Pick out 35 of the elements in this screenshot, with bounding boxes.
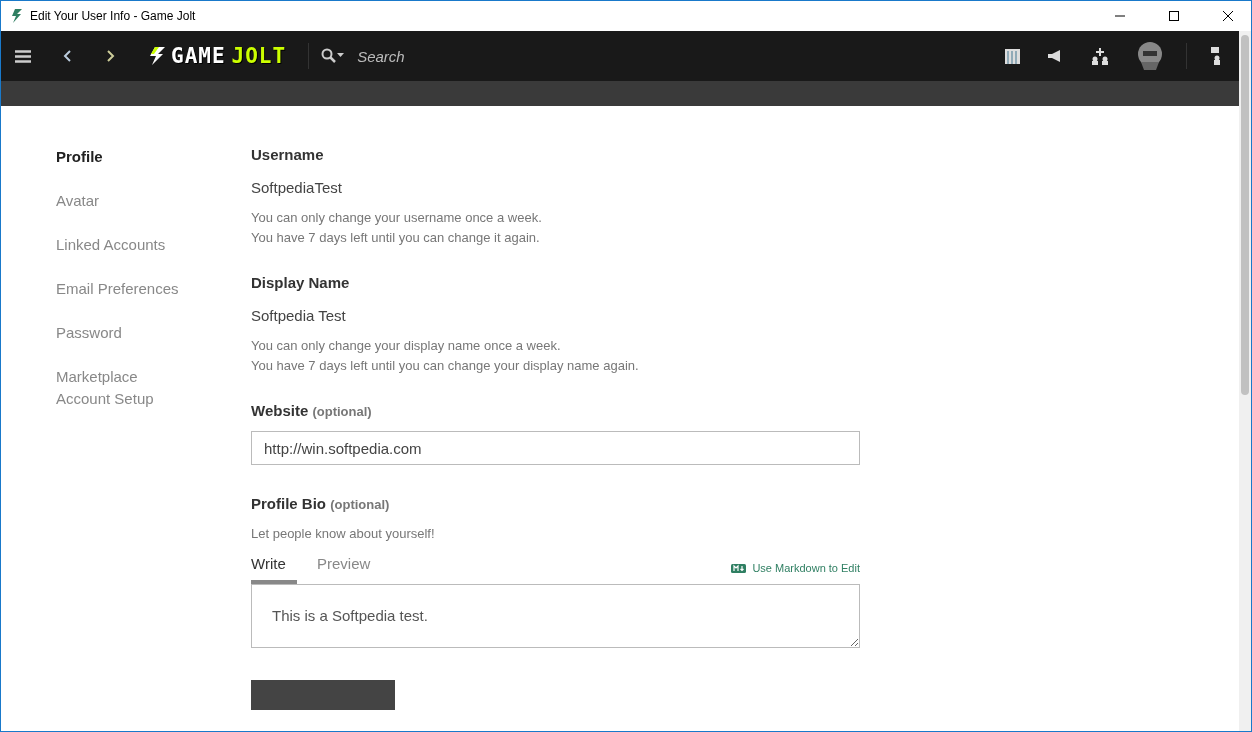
field-label: Display Name	[251, 274, 351, 291]
help-text: You have 7 days left until you can change your display name again.	[251, 357, 640, 375]
sidebar-item[interactable]: Avatar	[56, 190, 191, 212]
close-icon	[1223, 11, 1233, 21]
sidebar-item[interactable]: Profile	[56, 146, 191, 168]
field-label: Website	[251, 402, 309, 419]
field-value: Softpedia Test	[251, 307, 347, 324]
maximize-icon	[1169, 11, 1179, 21]
field-label: Profile Bio	[251, 495, 326, 512]
sidebar-item[interactable]: Password	[56, 322, 191, 344]
game-jolt-logo[interactable]: GAME JOLT	[149, 43, 310, 69]
field-label: Username	[251, 146, 325, 163]
window-title: Edit Your User Info - Game Jolt	[30, 9, 197, 23]
help-text: You have 7 days left until you can change it again.	[251, 229, 541, 247]
search-field[interactable]: Search	[355, 46, 560, 66]
markdown-link[interactable]: Use Markdown to Edit	[731, 562, 860, 574]
scrollbar[interactable]	[1239, 31, 1251, 731]
markdown-icon	[731, 563, 747, 573]
search-icon[interactable]	[321, 48, 346, 64]
menu-icon	[15, 49, 31, 63]
sidebar-item[interactable]: Marketplace Account Setup	[56, 366, 191, 410]
chevron-left-icon	[63, 50, 71, 62]
help-text: Let people know about yourself!	[251, 526, 436, 541]
field-value: SoftpediaTest	[251, 179, 343, 196]
sidebar-item[interactable]: Email Preferences	[56, 278, 191, 300]
sidebar-item[interactable]: Linked Accounts	[56, 234, 191, 256]
editor-tab[interactable]: Preview	[317, 555, 371, 584]
chevron-right-icon	[107, 50, 115, 62]
optional-label: (optional)	[330, 497, 390, 512]
bio-text-area[interactable]: This is a Softpedia test.	[251, 584, 860, 648]
bolt-icon	[11, 9, 22, 23]
help-text: You can only change your username once a week.	[251, 209, 543, 227]
help-text: You can only change your display name once a week.	[251, 337, 562, 355]
optional-label: (optional)	[312, 404, 372, 419]
website-field[interactable]: http://win.softpedia.com	[251, 431, 860, 465]
